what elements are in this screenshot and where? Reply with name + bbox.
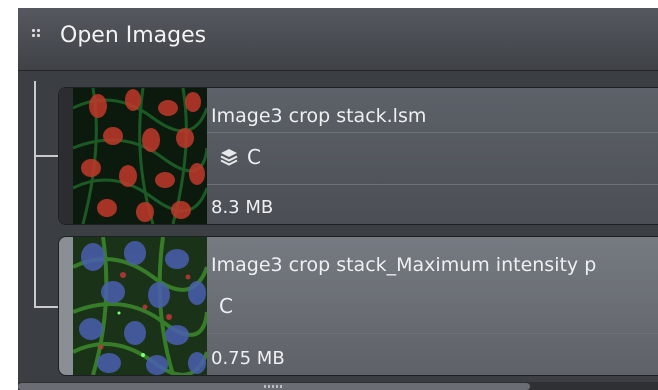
image-thumbnail[interactable] — [73, 237, 207, 375]
layers-icon — [220, 149, 238, 166]
item-edge — [59, 88, 73, 224]
divider — [207, 333, 658, 334]
drag-grip-icon[interactable] — [32, 29, 44, 39]
image-info: Image3 crop stack.lsm C 8.3 MB — [207, 88, 658, 224]
tree-line-branch-2 — [34, 306, 58, 308]
divider — [207, 281, 658, 282]
image-thumbnail[interactable] — [73, 88, 207, 224]
image-name: Image3 crop stack.lsm — [211, 105, 427, 127]
file-size: 0.75 MB — [211, 348, 285, 369]
image-item-selected[interactable]: Image3 crop stack_Maximum intensity p C … — [58, 236, 658, 376]
channel-label: C — [219, 294, 233, 318]
channel-label: C — [247, 145, 261, 169]
channel-row: C — [219, 293, 233, 319]
channel-row: C — [219, 144, 261, 170]
scrollbar-thumb[interactable] — [18, 383, 530, 390]
tree-line-vertical — [34, 81, 36, 308]
scrollbar-grip-icon — [264, 385, 284, 388]
open-images-panel: Open Images Image3 crop stack.lsm C 8.3 … — [18, 8, 658, 390]
image-name: Image3 crop stack_Maximum intensity p — [211, 254, 597, 276]
image-list: Image3 crop stack.lsm C 8.3 MB Image3 cr… — [18, 71, 658, 390]
item-edge — [59, 237, 73, 375]
image-item[interactable]: Image3 crop stack.lsm C 8.3 MB — [58, 87, 658, 225]
divider — [207, 184, 658, 185]
divider — [207, 132, 658, 133]
horizontal-scrollbar[interactable] — [18, 382, 658, 390]
image-info: Image3 crop stack_Maximum intensity p C … — [207, 237, 658, 375]
panel-header[interactable]: Open Images — [18, 8, 658, 71]
panel-title: Open Images — [60, 23, 207, 48]
file-size: 8.3 MB — [211, 197, 274, 218]
tree-line-branch-1 — [34, 155, 58, 157]
